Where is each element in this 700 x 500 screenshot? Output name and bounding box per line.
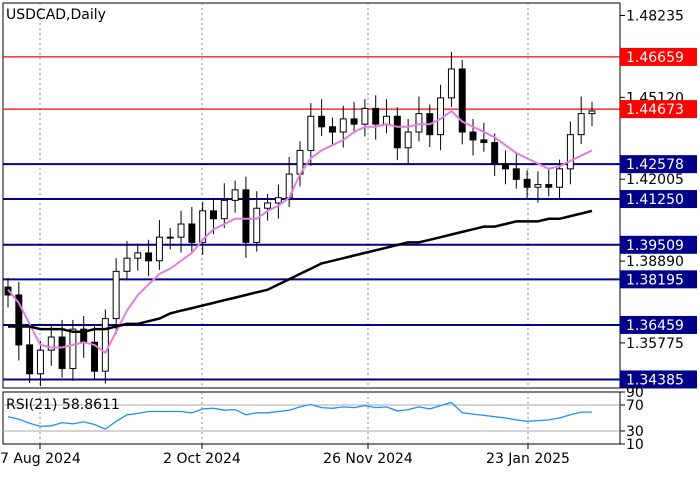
candle-body	[307, 115, 315, 151]
candle-body	[36, 349, 44, 375]
candle-body	[350, 118, 358, 125]
candle-body	[58, 336, 66, 370]
level-label: 1.36459	[626, 318, 684, 334]
level-label: 1.38195	[626, 272, 684, 288]
candle-body	[166, 236, 174, 239]
y-tick-label: 1.48235	[626, 8, 684, 24]
candle-body	[480, 139, 488, 144]
price-panel: 1.482351.451201.420051.388901.357751.466…	[2, 2, 697, 389]
candle-body	[383, 115, 390, 125]
candle-body	[242, 189, 250, 243]
rsi-y-tick-label: 10	[626, 437, 644, 453]
candle-body	[69, 328, 77, 370]
candle-body	[339, 118, 347, 133]
candle-body	[361, 107, 369, 125]
candle-body	[253, 207, 261, 243]
candle-body	[220, 199, 228, 220]
candle-body	[123, 257, 131, 272]
candle-body	[566, 134, 574, 170]
y-tick-label: 1.35775	[626, 336, 684, 352]
candle-body	[577, 113, 585, 136]
price-title: USDCAD,Daily	[6, 7, 106, 23]
level-label: 1.44673	[626, 102, 684, 118]
level-label: 1.41250	[626, 192, 684, 208]
candle-body	[188, 223, 196, 243]
candle-body	[210, 210, 217, 220]
candle-body	[556, 168, 564, 188]
x-tick-label: 26 Nov 2024	[323, 451, 413, 467]
candle-body	[447, 68, 455, 99]
y-tick-label: 1.38890	[626, 254, 684, 270]
candle-body	[588, 110, 596, 115]
x-tick-label: 2 Oct 2024	[163, 451, 241, 467]
candle-body	[177, 223, 185, 238]
candle-body	[274, 197, 282, 204]
candle-body	[264, 202, 272, 209]
x-tick-label: 7 Aug 2024	[0, 451, 81, 467]
candle-body	[491, 142, 499, 165]
candle-body	[231, 189, 239, 201]
candle-body	[393, 115, 401, 149]
candle-body	[415, 113, 423, 133]
rsi-title: RSI(21) 58.8611	[6, 397, 120, 413]
x-tick-label: 23 Jan 2025	[486, 451, 570, 467]
candle-body	[523, 178, 531, 188]
candle-body	[469, 131, 477, 141]
candle-body	[534, 184, 542, 188]
chart-svg: 1.482351.451201.420051.388901.357751.466…	[0, 2, 697, 467]
candle-body	[328, 126, 336, 133]
candle-body	[512, 168, 520, 180]
candle-body	[112, 270, 120, 320]
level-label: 1.42578	[626, 157, 684, 173]
candle-body	[372, 107, 380, 125]
y-tick-label: 1.42005	[626, 172, 684, 188]
candle-body	[101, 318, 109, 372]
level-label: 1.39509	[626, 238, 684, 254]
candle-body	[145, 252, 153, 262]
candle-body	[155, 236, 163, 262]
rsi-panel: 90703010RSI(21) 58.8611	[2, 385, 644, 453]
candle-body	[26, 344, 34, 375]
candle-body	[404, 131, 412, 149]
candle-body	[545, 184, 553, 188]
x-axis: 7 Aug 2024 2 Oct 2024 26 Nov 2024 23 Jan 20…	[0, 444, 570, 467]
candle-body	[134, 252, 142, 259]
level-label: 1.46659	[626, 50, 684, 66]
slow-ma-line	[8, 209, 593, 334]
candle-body	[318, 115, 326, 128]
rsi-y-tick-label: 70	[626, 398, 644, 414]
candle-body	[502, 163, 509, 170]
